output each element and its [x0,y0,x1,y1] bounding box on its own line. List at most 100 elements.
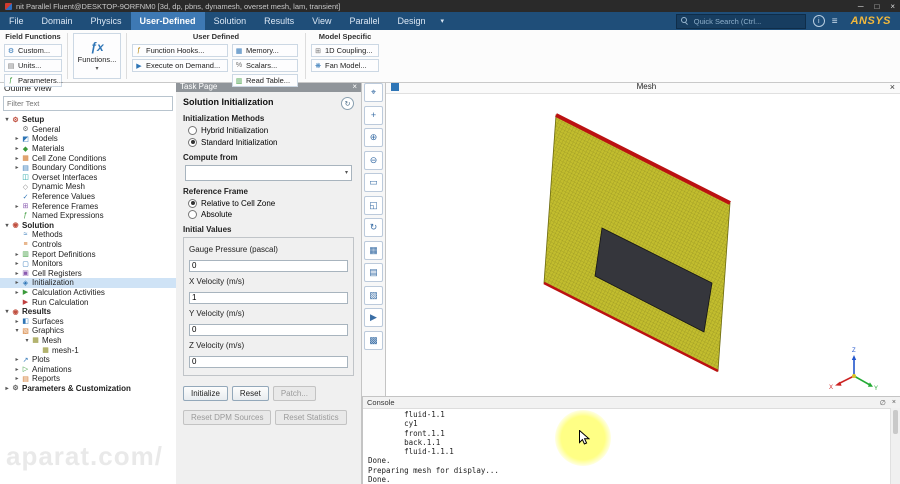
radio-option-hybrid-initialization[interactable]: Hybrid Initialization [188,126,354,135]
minimize-button[interactable]: ─ [858,2,864,11]
tree-item-cell-registers[interactable]: ▸ ▣ Cell Registers [0,269,176,279]
tree-item-plots[interactable]: ▸ ↗ Plots [0,355,176,365]
console-clear-icon[interactable]: ∅ [880,399,886,407]
filter-input[interactable] [4,99,172,108]
tree-expander-icon[interactable]: ▸ [13,270,21,277]
pan-button[interactable]: + [364,105,383,125]
display-grid-button[interactable]: ▦ [364,240,383,260]
ribbon-button-parameters[interactable]: ƒ Parameters... [4,74,63,87]
tree-expander-icon[interactable]: ▾ [3,222,11,229]
menu-icon[interactable]: ≡ [832,16,838,27]
tree-item-parameters-customization[interactable]: ▸ ⚙ Parameters & Customization [0,384,176,394]
tree-item-materials[interactable]: ▸ ◆ Materials [0,144,176,154]
tree-item-report-definitions[interactable]: ▸ ▥ Report Definitions [0,249,176,259]
tree-item-initialization[interactable]: ▸ ◈ Initialization [0,278,176,288]
tree-expander-icon[interactable]: ▸ [3,385,11,392]
radio-option-standard-initialization[interactable]: Standard Initialization [188,137,354,147]
tree-item-mesh-1[interactable]: ▦ mesh-1 [0,345,176,355]
functions-button[interactable]: ƒx Functions... ▾ [73,33,121,79]
tree-expander-icon[interactable]: ▸ [13,366,21,373]
radio-icon[interactable] [188,198,197,208]
tree-item-dynamic-mesh[interactable]: ◇ Dynamic Mesh [0,182,176,192]
tree-expander-icon[interactable]: ▸ [13,135,21,142]
ribbon-tab-view[interactable]: View [303,12,340,30]
tree-expander-icon[interactable]: ▾ [3,308,11,315]
radio-option-absolute[interactable]: Absolute [188,210,354,219]
tree-item-overset-interfaces[interactable]: ◫ Overset Interfaces [0,173,176,183]
tree-item-general[interactable]: ⚙ General [0,125,176,135]
tree-item-graphics[interactable]: ▾ ▧ Graphics [0,326,176,336]
ribbon-tab-domain[interactable]: Domain [33,12,82,30]
tree-expander-icon[interactable]: ▾ [3,116,11,123]
field-input-x-velocity-m-s[interactable] [189,291,348,304]
compute-from-dropdown[interactable]: ▾ [185,164,352,181]
ribbon-more-button[interactable]: ▾ [435,12,451,30]
close-button[interactable]: × [890,2,895,11]
tree-expander-icon[interactable]: ▸ [13,164,21,171]
tree-item-reference-frames[interactable]: ▸ ⊞ Reference Frames [0,201,176,211]
ribbon-button-scalars[interactable]: % Scalars... [232,59,298,72]
ribbon-tab-solution[interactable]: Solution [205,12,256,30]
quick-search-input[interactable] [691,15,801,27]
animation-button[interactable]: ▶ [364,308,383,327]
tree-expander-icon[interactable]: ▸ [13,203,21,210]
ribbon-button-fan-model[interactable]: ❋ Fan Model... [311,59,379,72]
graphics-canvas[interactable]: Z X Y [386,93,900,396]
probe-button[interactable]: ⌖ [364,83,383,102]
ribbon-button-units[interactable]: ▤ Units... [4,59,62,72]
tree-item-named-expressions[interactable]: ƒ Named Expressions [0,211,176,221]
console-scrollbar[interactable] [890,408,900,484]
tree-item-results[interactable]: ▾ ◉ Results [0,307,176,317]
ribbon-tab-physics[interactable]: Physics [82,12,131,30]
tree-item-surfaces[interactable]: ▸ ◧ Surfaces [0,316,176,326]
info-icon[interactable]: i [812,15,825,27]
tree-item-reports[interactable]: ▸ ▤ Reports [0,374,176,384]
ribbon-button-memory[interactable]: ▦ Memory... [232,44,298,57]
maximize-button[interactable]: □ [874,2,879,11]
mesh-display-button[interactable]: ▩ [364,330,383,350]
initialize-button[interactable]: Initialize [183,386,228,401]
tree-item-run-calculation[interactable]: ▶ Run Calculation [0,297,176,307]
ribbon-button-execute-on-demand[interactable]: ▶ Execute on Demand... [132,59,228,72]
field-input-z-velocity-m-s[interactable] [189,355,348,368]
ribbon-tab-user-defined[interactable]: User-Defined [130,12,205,30]
tree-expander-icon[interactable]: ▾ [23,337,31,344]
field-input-y-velocity-m-s[interactable] [189,323,348,336]
tree-item-controls[interactable]: ≡ Controls [0,240,176,250]
ribbon-tab-design[interactable]: Design [388,12,434,30]
zoom-in-button[interactable]: ⊕ [364,128,383,147]
tree-expander-icon[interactable]: ▸ [13,145,21,152]
refresh-icon[interactable]: ↻ [341,97,354,110]
tree-expander-icon[interactable]: ▸ [13,375,21,382]
tree-item-setup[interactable]: ▾ ⚙ Setup [0,115,176,125]
graphics-close-icon[interactable]: × [890,82,895,92]
tree-item-reference-values[interactable]: ✓ Reference Values [0,192,176,202]
tree-item-animations[interactable]: ▸ ▷ Animations [0,364,176,374]
tree-expander-icon[interactable]: ▸ [13,318,21,325]
radio-icon[interactable] [188,126,197,135]
console-close-icon[interactable]: × [892,399,896,407]
ribbon-tab-results[interactable]: Results [255,12,303,30]
ribbon-button-custom[interactable]: ⚙ Custom... [4,44,62,57]
tree-expander-icon[interactable]: ▸ [13,356,21,363]
quick-search-box[interactable] [675,13,806,29]
zoom-window-button[interactable]: ▭ [364,173,383,192]
snapshot-button[interactable]: ▧ [364,285,383,305]
radio-icon[interactable] [188,210,197,219]
tree-expander-icon[interactable]: ▸ [13,289,21,296]
zoom-out-button[interactable]: ⊖ [364,150,383,170]
rotate-view-button[interactable]: ↻ [364,218,383,237]
tree-expander-icon[interactable]: ▸ [13,251,21,258]
tree-expander-icon[interactable]: ▸ [13,279,21,286]
tree-item-boundary-conditions[interactable]: ▸ ▤ Boundary Conditions [0,163,176,173]
tree-item-mesh[interactable]: ▾ ▦ Mesh [0,336,176,346]
views-button[interactable]: ▤ [364,263,383,282]
radio-icon[interactable] [188,137,197,147]
tree-expander-icon[interactable]: ▾ [13,327,21,334]
fit-to-window-button[interactable]: ◱ [364,195,383,215]
ribbon-button-read-table[interactable]: ▥ Read Table... [232,74,298,87]
ribbon-tab-file[interactable]: File [0,12,33,30]
ribbon-tab-parallel[interactable]: Parallel [340,12,388,30]
tree-item-solution[interactable]: ▾ ◉ Solution [0,221,176,231]
tree-item-cell-zone-conditions[interactable]: ▸ ▦ Cell Zone Conditions [0,153,176,163]
